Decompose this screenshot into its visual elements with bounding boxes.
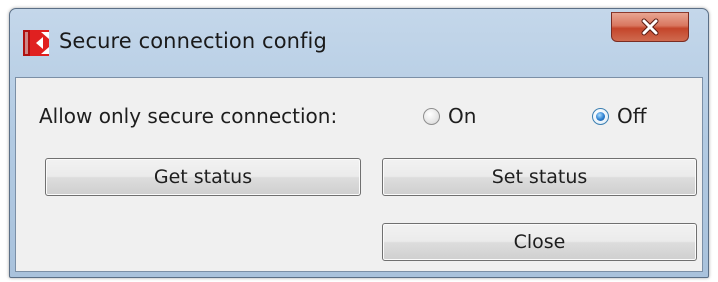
radio-on-indicator[interactable] (423, 107, 440, 125)
k-logo-icon (23, 30, 49, 56)
close-button[interactable]: Close (382, 223, 697, 261)
window-close-button[interactable] (611, 12, 689, 42)
radio-off-indicator[interactable] (592, 107, 609, 125)
radio-off-label[interactable]: Off (617, 104, 647, 128)
window-title: Secure connection config (59, 29, 327, 53)
get-status-button[interactable]: Get status (45, 158, 361, 196)
close-icon (639, 18, 661, 36)
dialog-window: Secure connection config Allow only secu… (9, 8, 709, 278)
secure-connection-label: Allow only secure connection: (39, 104, 338, 128)
title-bar[interactable]: Secure connection config (10, 9, 708, 75)
dialog-content: Allow only secure connection: On Off Get… (15, 77, 703, 272)
radio-on[interactable]: On (423, 102, 476, 130)
radio-on-label[interactable]: On (448, 104, 476, 128)
radio-off[interactable]: Off (592, 102, 647, 130)
set-status-button[interactable]: Set status (382, 158, 697, 196)
